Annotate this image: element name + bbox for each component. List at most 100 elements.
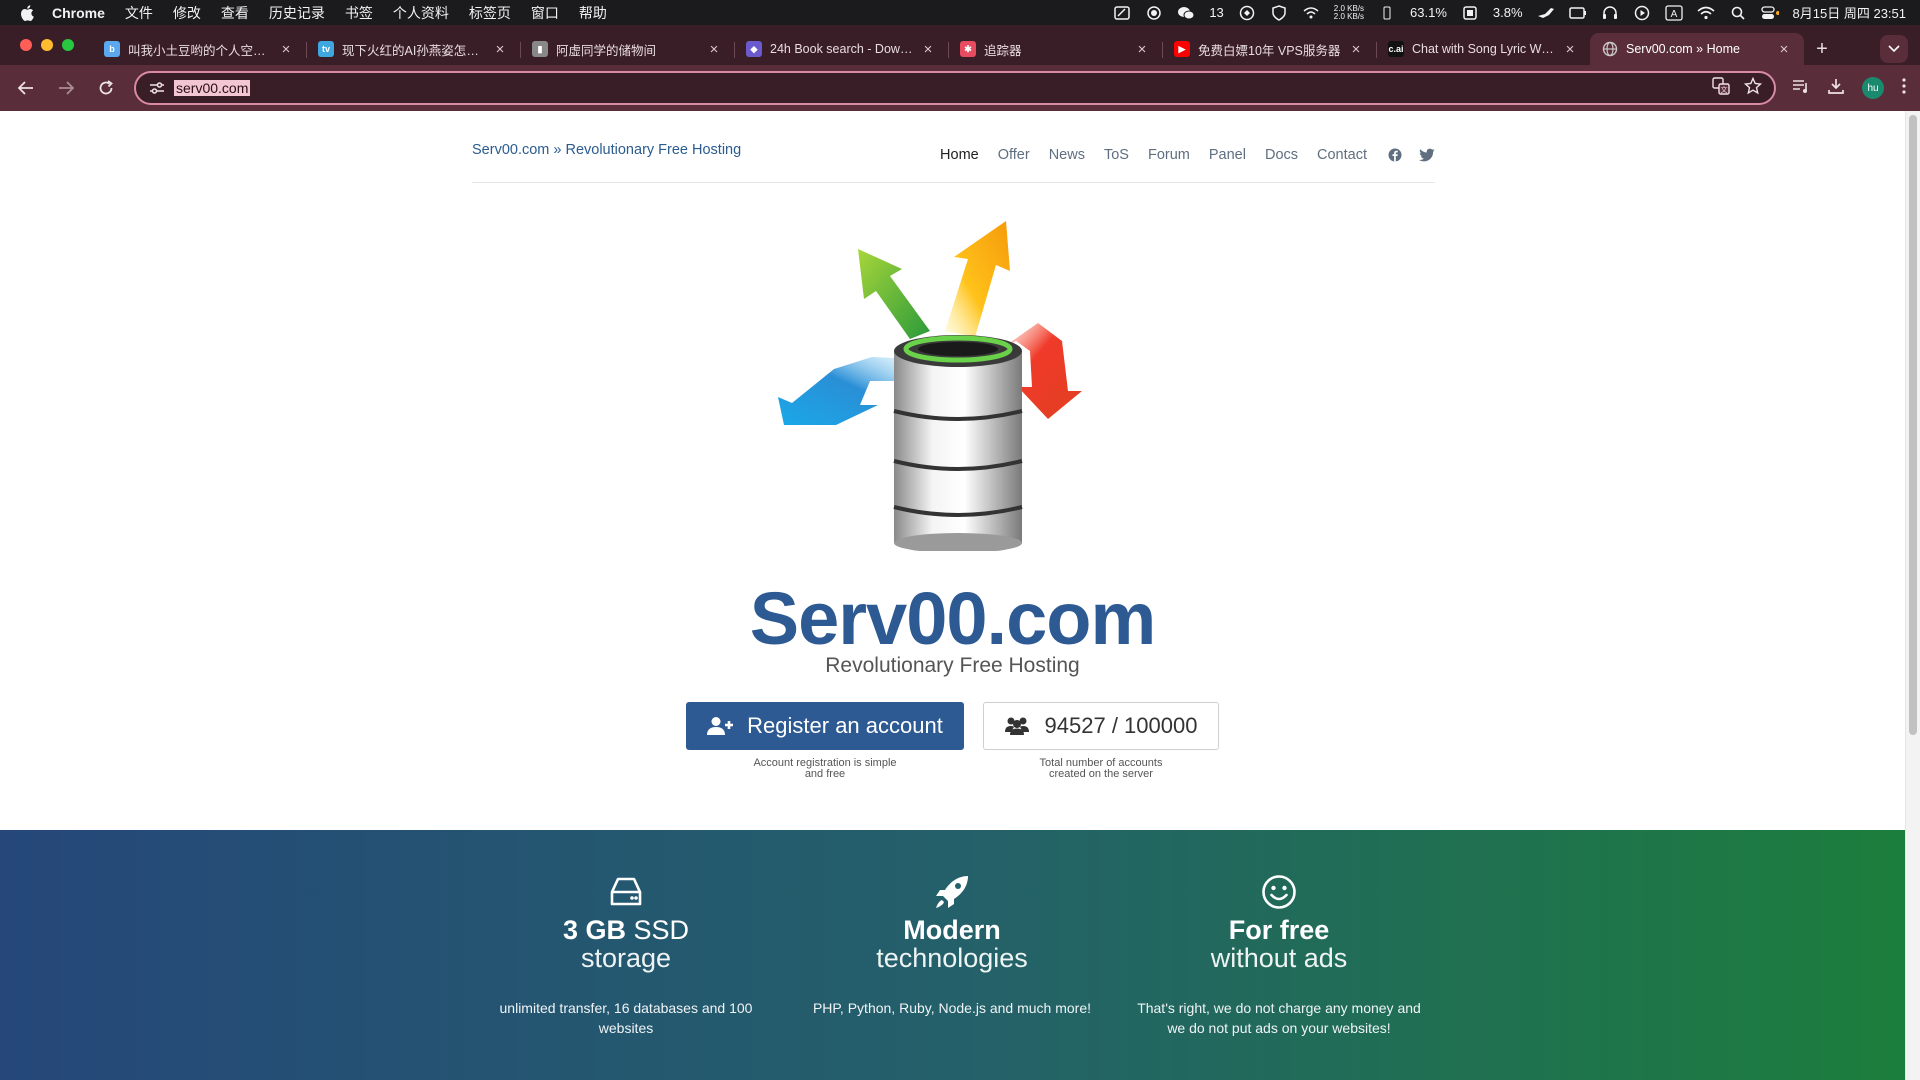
media-control-icon[interactable] bbox=[1792, 78, 1810, 99]
menu-bookmarks[interactable]: 书签 bbox=[345, 3, 373, 23]
twitter-icon[interactable] bbox=[1419, 147, 1435, 163]
zoom-window-button[interactable] bbox=[62, 39, 74, 51]
feature-storage-desc: unlimited transfer, 16 databases and 100… bbox=[499, 1000, 753, 1036]
clock[interactable]: 8月15日 周四 23:51 bbox=[1793, 3, 1906, 22]
close-window-button[interactable] bbox=[20, 39, 32, 51]
apple-menu-icon[interactable] bbox=[18, 4, 36, 21]
menu-app-name[interactable]: Chrome bbox=[52, 5, 105, 21]
nav-contact[interactable]: Contact bbox=[1317, 147, 1367, 163]
tab-song-lyric-writer[interactable]: c.ai Chat with Song Lyric Writer × bbox=[1376, 33, 1590, 65]
tab-book-search[interactable]: ◆ 24h Book search - Download × bbox=[734, 33, 948, 65]
close-tab-icon[interactable]: × bbox=[492, 41, 508, 58]
wechat-icon[interactable] bbox=[1177, 6, 1195, 20]
close-tab-icon[interactable]: × bbox=[1776, 41, 1792, 58]
menu-edit[interactable]: 修改 bbox=[173, 3, 201, 23]
svg-text:文: 文 bbox=[1721, 85, 1728, 94]
wifi-icon[interactable] bbox=[1697, 6, 1715, 20]
menu-profiles[interactable]: 个人资料 bbox=[393, 3, 449, 23]
yellow-arrow bbox=[945, 221, 1010, 337]
play-circle-icon[interactable] bbox=[1633, 5, 1651, 20]
menu-file[interactable]: 文件 bbox=[125, 3, 153, 23]
shield-icon[interactable] bbox=[1270, 4, 1288, 21]
menu-window[interactable]: 窗口 bbox=[531, 3, 559, 23]
nav-tos[interactable]: ToS bbox=[1104, 147, 1129, 163]
focus-icon[interactable] bbox=[1145, 5, 1163, 20]
tab-free-vps[interactable]: ▶ 免费白嫖10年 VPS服务器 × bbox=[1162, 33, 1376, 65]
nav-docs[interactable]: Docs bbox=[1265, 147, 1298, 163]
users-icon bbox=[1004, 717, 1029, 735]
pen-tool-icon[interactable] bbox=[1113, 5, 1131, 20]
bird-icon[interactable] bbox=[1537, 6, 1555, 20]
menu-help[interactable]: 帮助 bbox=[579, 3, 607, 23]
tab-title: 叫我小土豆哟的个人空间-哔哩哔哩 bbox=[128, 43, 272, 58]
bilibili-icon: b bbox=[104, 41, 120, 57]
nav-forum[interactable]: Forum bbox=[1148, 147, 1190, 163]
nav-news[interactable]: News bbox=[1049, 147, 1085, 163]
site-brand-link[interactable]: Serv00.com » Revolutionary Free Hosting bbox=[472, 142, 741, 158]
macos-menu-bar: Chrome 文件 修改 查看 历史记录 书签 个人资料 标签页 窗口 帮助 1… bbox=[0, 0, 1920, 25]
globe-icon bbox=[1602, 41, 1618, 57]
close-tab-icon[interactable]: × bbox=[920, 41, 936, 58]
tab-title: 追踪器 bbox=[984, 43, 1022, 58]
close-tab-icon[interactable]: × bbox=[1348, 41, 1364, 58]
headphones-icon[interactable] bbox=[1601, 5, 1619, 20]
add-user-icon bbox=[707, 717, 734, 735]
tab-tracker[interactable]: ✱ 追踪器 × bbox=[948, 33, 1162, 65]
site-info-icon[interactable] bbox=[146, 77, 168, 99]
new-tab-button[interactable]: + bbox=[1804, 33, 1840, 65]
tab-serv00-home[interactable]: Serv00.com » Home × bbox=[1590, 33, 1804, 65]
register-account-button[interactable]: Register an account bbox=[686, 702, 964, 750]
translate-icon[interactable]: 文 bbox=[1712, 76, 1730, 100]
tab-bilibili-space[interactable]: b 叫我小土豆哟的个人空间-哔哩哔哩 × bbox=[92, 33, 306, 65]
menu-view[interactable]: 查看 bbox=[221, 3, 249, 23]
tab-ai-sun-yanzi[interactable]: tv 现下火红的AI孙燕姿怎么做 × bbox=[306, 33, 520, 65]
page-scrollbar[interactable] bbox=[1905, 111, 1920, 1080]
close-tab-icon[interactable]: × bbox=[1134, 41, 1150, 58]
net-down: 2.0 KB/s bbox=[1333, 11, 1365, 21]
menu-tab[interactable]: 标签页 bbox=[469, 3, 511, 23]
spotlight-search-icon[interactable] bbox=[1729, 6, 1747, 20]
url-text[interactable]: serv00.com bbox=[174, 80, 251, 96]
feature-free-title: For free bbox=[1129, 916, 1429, 944]
tab-axu-storage[interactable]: ▮ 阿虚同学的储物间 × bbox=[520, 33, 734, 65]
smiley-icon bbox=[1261, 874, 1297, 910]
forward-button[interactable] bbox=[48, 70, 84, 106]
nav-offer[interactable]: Offer bbox=[998, 147, 1030, 163]
tab-title: Serv00.com » Home bbox=[1626, 42, 1740, 56]
control-center-icon[interactable] bbox=[1760, 5, 1779, 20]
nav-panel[interactable]: Panel bbox=[1209, 147, 1246, 163]
back-button[interactable] bbox=[8, 70, 44, 106]
feature-technologies-desc: PHP, Python, Ruby, Node.js and much more… bbox=[812, 1000, 1092, 1016]
count-note-line-2: created on the server bbox=[1049, 768, 1153, 780]
reload-icon bbox=[99, 80, 113, 95]
download-icon[interactable] bbox=[1828, 78, 1844, 99]
screen-mirror-icon[interactable] bbox=[1568, 6, 1587, 20]
bookmark-star-icon[interactable] bbox=[1743, 76, 1763, 100]
feature-free-subtitle: without ads bbox=[1210, 943, 1348, 973]
minimize-window-button[interactable] bbox=[41, 39, 53, 51]
register-label: Register an account bbox=[747, 713, 943, 738]
close-tab-icon[interactable]: × bbox=[1562, 41, 1578, 58]
document-icon: ▮ bbox=[532, 41, 548, 57]
input-method-icon[interactable]: A bbox=[1664, 4, 1683, 21]
omnibox-actions: 文 bbox=[1712, 76, 1763, 100]
cpu-icon bbox=[1378, 6, 1396, 20]
close-tab-icon[interactable]: × bbox=[706, 41, 722, 58]
browser-toolbar: serv00.com 文 hu bbox=[0, 65, 1920, 111]
facebook-icon[interactable] bbox=[1387, 147, 1403, 163]
vpn-icon[interactable] bbox=[1238, 5, 1256, 20]
address-bar[interactable]: serv00.com 文 bbox=[134, 71, 1776, 105]
cube-icon: ◆ bbox=[746, 41, 762, 57]
close-tab-icon[interactable]: × bbox=[278, 41, 294, 58]
wifi-signal-icon bbox=[1302, 6, 1320, 20]
tab-search-button[interactable] bbox=[1880, 35, 1908, 63]
memory-icon bbox=[1461, 5, 1479, 20]
reload-button[interactable] bbox=[88, 70, 124, 106]
profile-avatar[interactable]: hu bbox=[1862, 77, 1884, 99]
account-count-box: 94527 / 100000 bbox=[983, 702, 1219, 750]
nav-home[interactable]: Home bbox=[940, 147, 979, 163]
menu-history[interactable]: 历史记录 bbox=[269, 3, 325, 23]
tab-title: Chat with Song Lyric Writer bbox=[1412, 42, 1556, 56]
more-menu-icon[interactable] bbox=[1902, 77, 1906, 99]
scrollbar-thumb[interactable] bbox=[1909, 115, 1917, 735]
